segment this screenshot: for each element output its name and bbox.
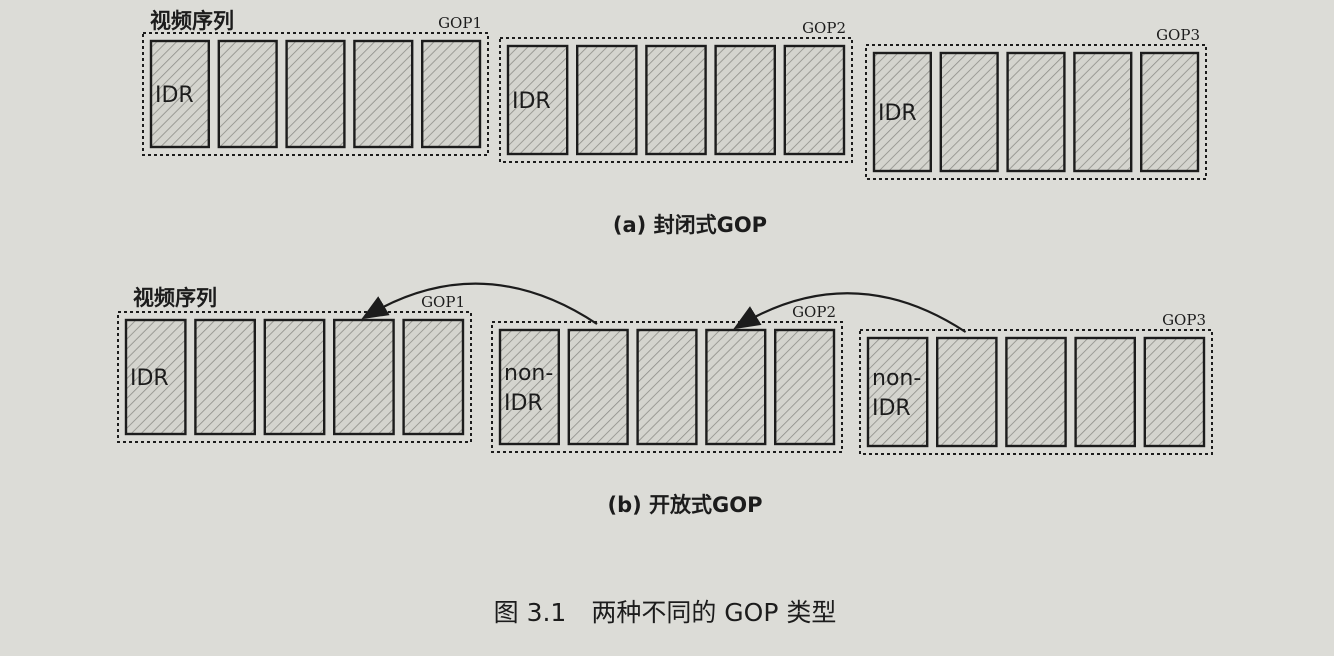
frame [567, 328, 629, 446]
sequence-label: 视频序列 [133, 286, 217, 310]
frame [421, 39, 482, 149]
frame-type-label: non- [504, 361, 553, 386]
gop-group-1: GOP1 IDR [117, 293, 472, 443]
gop-label: GOP1 [421, 293, 465, 311]
frame [936, 336, 998, 448]
frame [285, 39, 346, 149]
frame-type-label: IDR [155, 83, 194, 108]
gop-group-3: GOP3 IDR [865, 26, 1207, 180]
gop-label: GOP2 [792, 303, 836, 321]
frame [714, 44, 776, 156]
figure-title: 图 3.1 两种不同的 GOP 类型 [494, 598, 837, 627]
frame [783, 44, 846, 156]
panel-caption: (b) 开放式GOP [607, 493, 762, 517]
frame [576, 44, 638, 156]
frame [1006, 51, 1066, 173]
gop-group-2: GOP2 IDR [499, 19, 853, 163]
frame-type-label: IDR [130, 366, 169, 391]
frame [1074, 336, 1136, 448]
frame [1143, 336, 1206, 448]
gop-diagram: 视频序列 (a) 封闭式GOP GOP1 IDR GOP2 IDR GOP3 IDR 视频序列 (… [117, 9, 1213, 627]
frame-type-label: IDR [872, 396, 911, 421]
frame-type-label: IDR [878, 101, 917, 126]
gop-group-3: GOP3 non- IDR [859, 311, 1213, 455]
gop-label: GOP1 [438, 14, 482, 32]
key-frame [498, 328, 560, 446]
frame [333, 318, 395, 436]
frame [217, 39, 278, 149]
panel-b: 视频序列 (b) 开放式GOP GOP1 IDR GOP2 non- IDR GOP3 non-… [117, 282, 1213, 517]
gop-label: GOP2 [802, 19, 846, 37]
panels-layer: 视频序列 (a) 封闭式GOP GOP1 IDR GOP2 IDR GOP3 IDR 视频序列 (… [117, 9, 1213, 517]
frame [705, 328, 767, 446]
key-frame [866, 336, 929, 448]
reference-arrow [733, 292, 967, 333]
frame-type-label: IDR [504, 391, 543, 416]
frame [353, 39, 414, 149]
gop-label: GOP3 [1162, 311, 1206, 329]
panel-caption: (a) 封闭式GOP [613, 213, 767, 237]
frame [645, 44, 707, 156]
frame [1139, 51, 1200, 173]
reference-arrow [361, 282, 598, 325]
frame [194, 318, 256, 436]
frame [636, 328, 698, 446]
sequence-label: 视频序列 [150, 9, 234, 33]
frame [1073, 51, 1133, 173]
frame [939, 51, 999, 173]
panel-a: 视频序列 (a) 封闭式GOP GOP1 IDR GOP2 IDR GOP3 IDR [142, 9, 1207, 237]
title-layer: 图 3.1 两种不同的 GOP 类型 [494, 598, 837, 627]
frame [1005, 336, 1067, 448]
frame [263, 318, 326, 436]
frame [402, 318, 465, 436]
frame-type-label: non- [872, 366, 921, 391]
gop-label: GOP3 [1156, 26, 1200, 44]
gop-group-1: GOP1 IDR [142, 14, 489, 156]
frame [774, 328, 836, 446]
gop-group-2: GOP2 non- IDR [491, 303, 843, 453]
figure-stage: 视频序列 (a) 封闭式GOP GOP1 IDR GOP2 IDR GOP3 IDR 视频序列 (… [0, 0, 1334, 656]
frame-type-label: IDR [512, 89, 551, 114]
